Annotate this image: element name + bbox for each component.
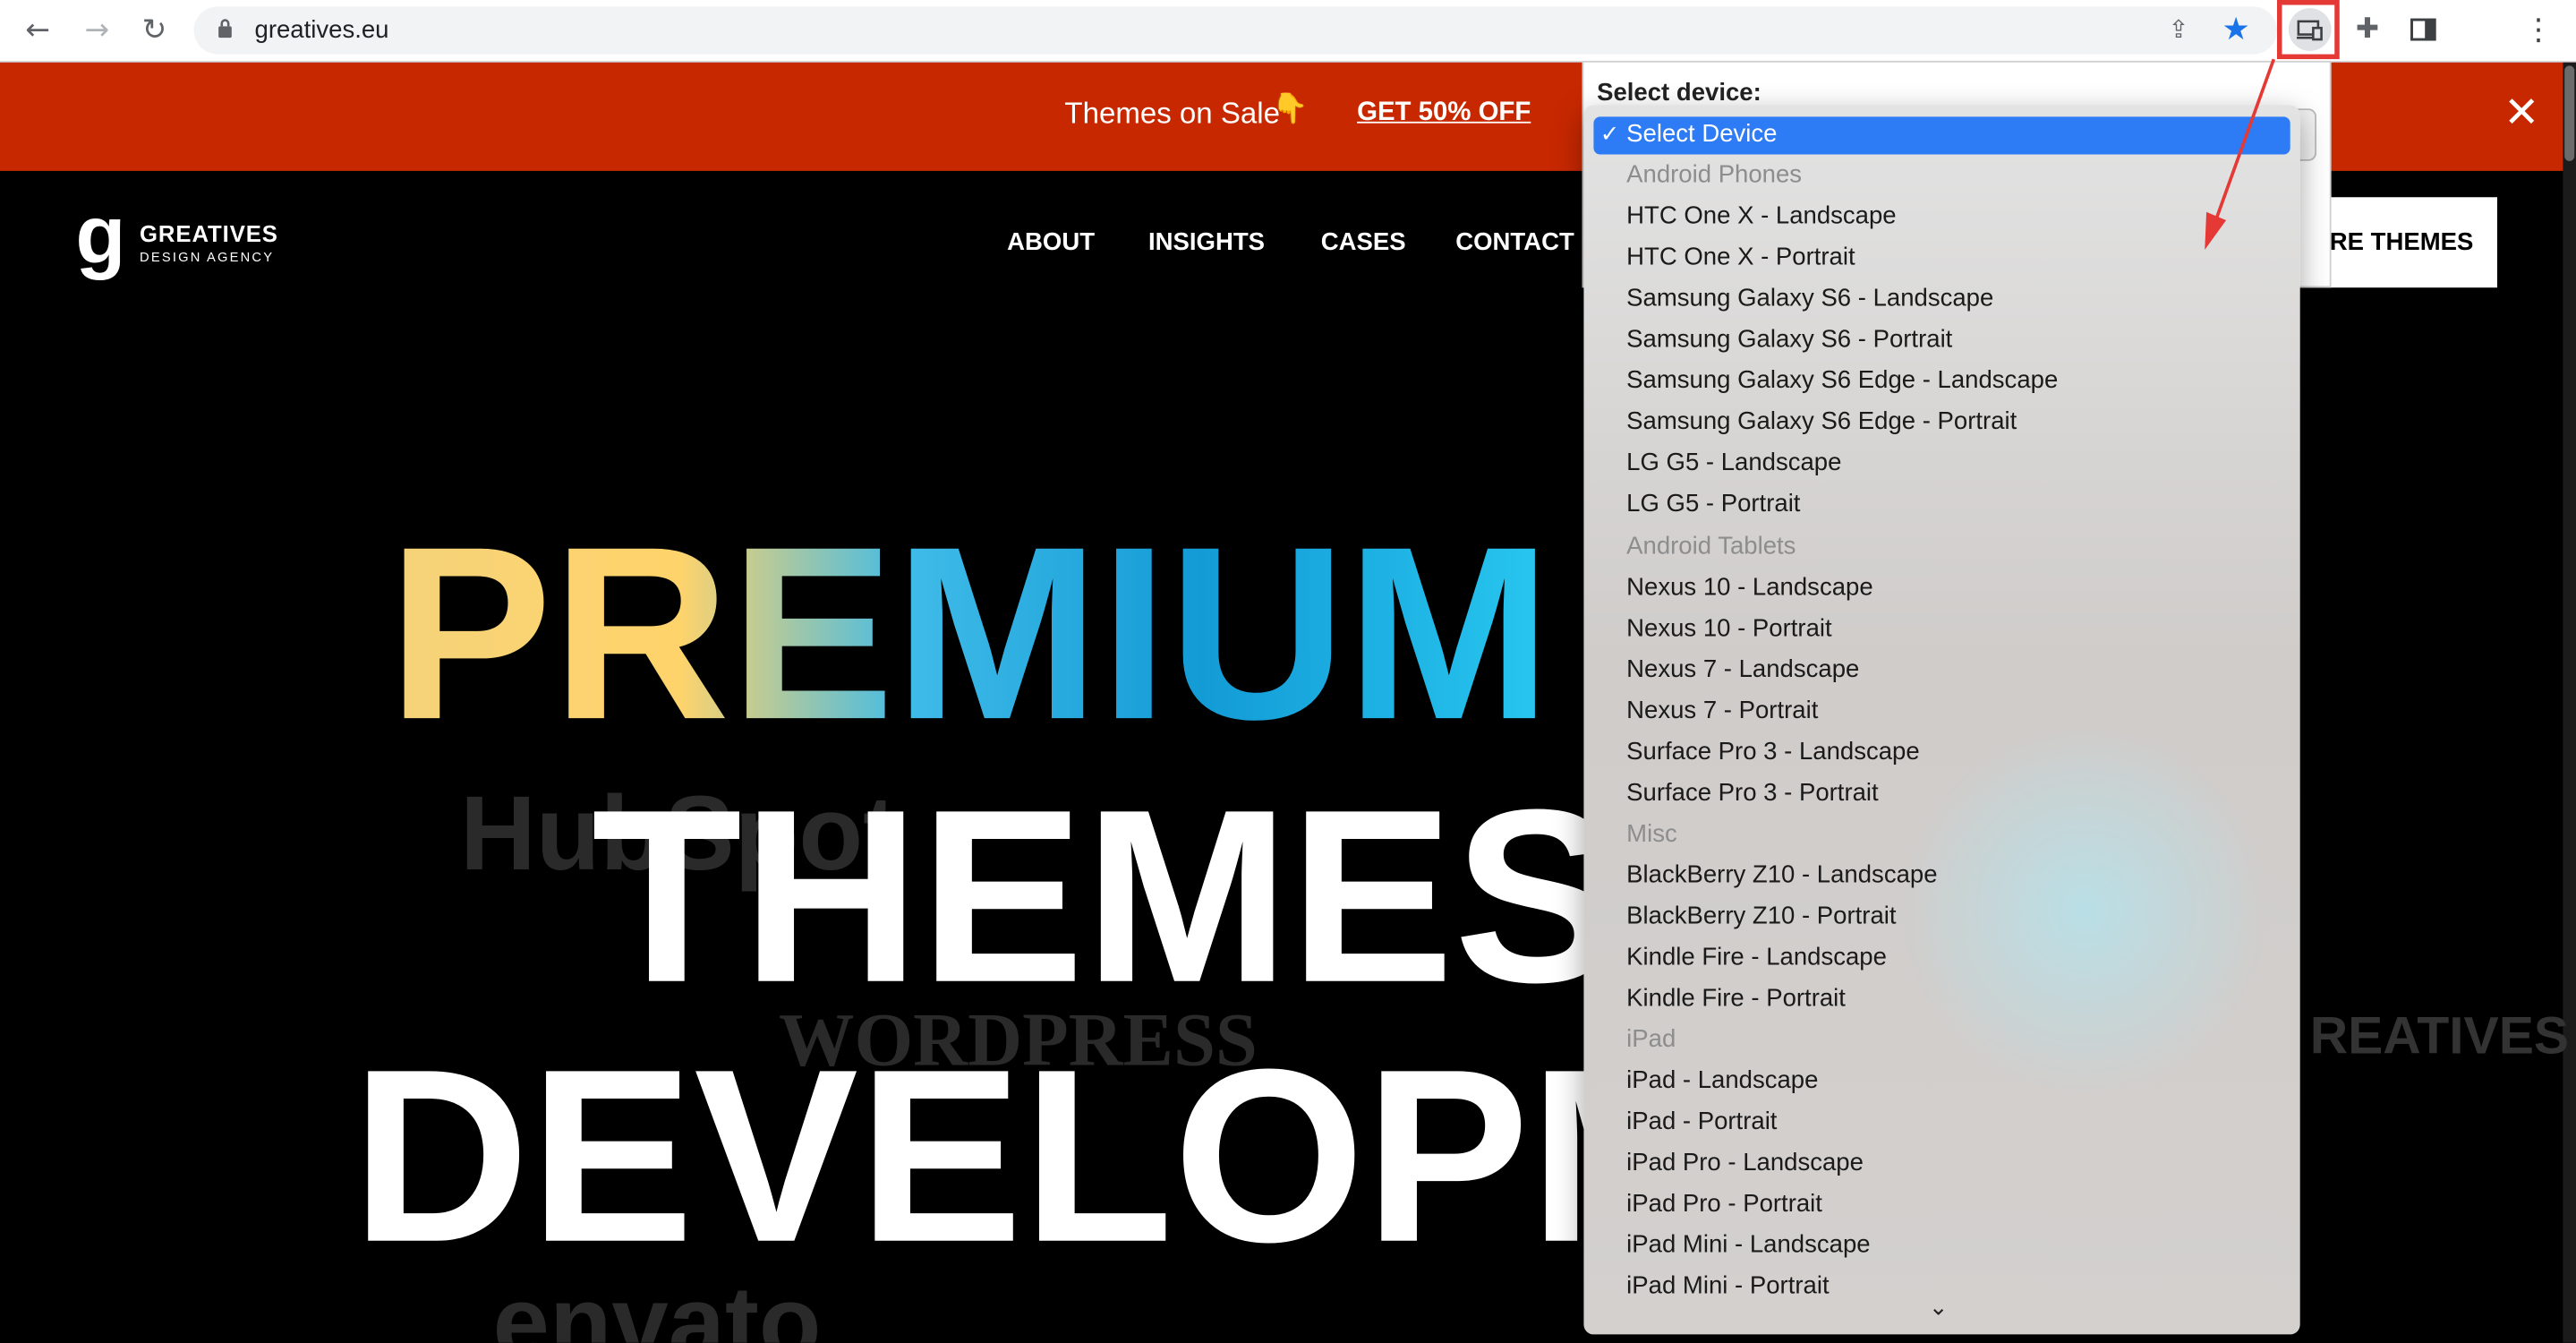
browser-window: ← → ↻ greatives.eu ⇪ ★ ✚ ⋮ Themes on Sal…	[0, 0, 2576, 1343]
annotation-arrow	[2205, 58, 2276, 250]
